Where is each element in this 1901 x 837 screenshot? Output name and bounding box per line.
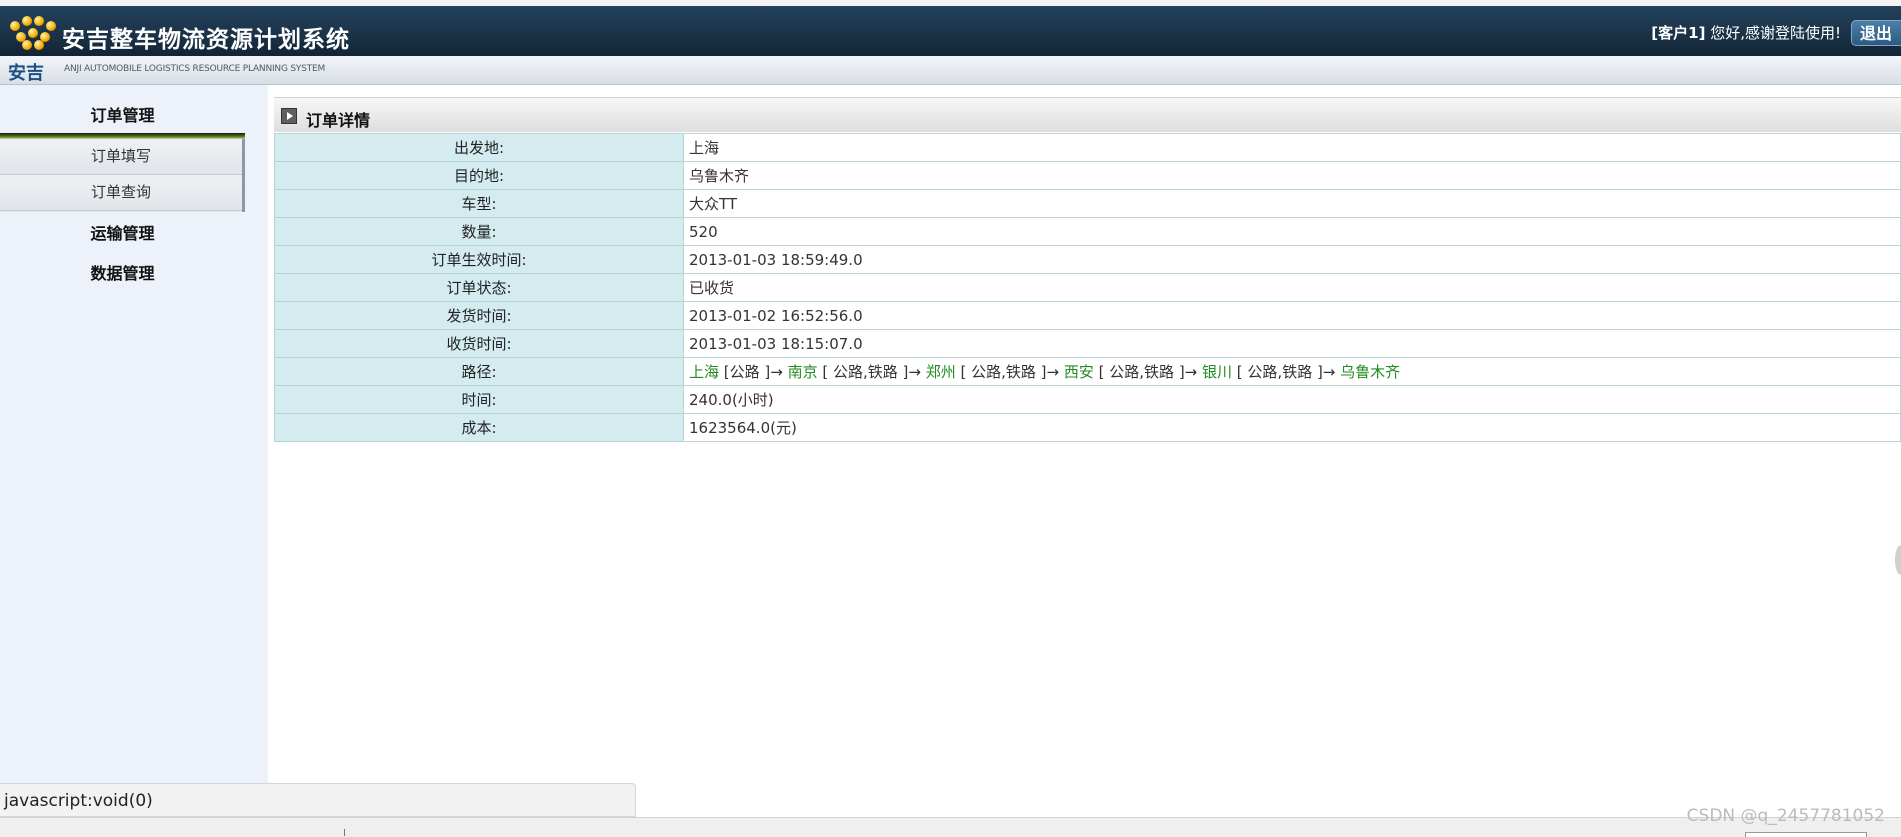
label-cost: 成本: — [274, 413, 684, 442]
brand-subbar: 安吉 ANJI AUTOMOBILE LOGISTICS RESOURCE PL… — [0, 56, 1901, 85]
sidebar: 订单管理 订单填写 订单查询 运输管理 数据管理 — [0, 85, 268, 785]
table-row: 订单状态: 已收货 — [274, 273, 1901, 302]
label-route: 路径: — [274, 357, 684, 386]
value-quantity: 520 — [683, 217, 1901, 246]
order-detail-table: 出发地: 上海 目的地: 乌鲁木齐 车型: 大众TT 数量: 520 订单生效时… — [274, 133, 1901, 442]
route-city: 银川 — [1202, 363, 1233, 381]
bottom-control — [1745, 832, 1867, 837]
value-cost: 1623564.0(元) — [683, 413, 1901, 442]
app-header: 安吉整车物流资源计划系统 [客户1] 您好,感谢登陆使用! 退出 — [0, 6, 1901, 56]
label-vehicle-model: 车型: — [274, 189, 684, 218]
route-mode: [ 公路,铁路 ]→ — [1093, 363, 1203, 381]
route-mode: [ 公路,铁路 ]→ — [817, 363, 926, 381]
route-city: 上海 — [689, 363, 720, 381]
route-city: 南京 — [787, 363, 818, 381]
table-row: 路径: 上海 [公路 ]→ 南京 [ 公路,铁路 ]→ 郑州 [ 公路,铁路 ]… — [274, 357, 1901, 386]
label-quantity: 数量: — [274, 217, 684, 246]
brand-logo-text: 安吉 — [8, 63, 44, 84]
route-city: 郑州 — [925, 363, 956, 381]
panel-header: 订单详情 — [274, 97, 1901, 132]
route-mode: [ 公路,铁路 ]→ — [1232, 363, 1341, 381]
value-route: 上海 [公路 ]→ 南京 [ 公路,铁路 ]→ 郑州 [ 公路,铁路 ]→ 西安… — [683, 357, 1901, 386]
label-ship-time: 发货时间: — [274, 301, 684, 330]
bottom-strip — [0, 817, 1901, 837]
logo-icon — [10, 16, 56, 50]
scroll-handle[interactable] — [1895, 545, 1901, 575]
table-row: 发货时间: 2013-01-02 16:52:56.0 — [274, 301, 1901, 330]
sidebar-item-order-fill[interactable]: 订单填写 — [0, 139, 242, 175]
value-effective-time: 2013-01-03 18:59:49.0 — [683, 245, 1901, 274]
value-duration: 240.0(小时) — [683, 385, 1901, 414]
play-arrow-icon — [281, 108, 297, 124]
table-row: 数量: 520 — [274, 217, 1901, 246]
user-greeting: [客户1] 您好,感谢登陆使用! — [1651, 22, 1841, 43]
table-row: 成本: 1623564.0(元) — [274, 413, 1901, 442]
table-row: 订单生效时间: 2013-01-03 18:59:49.0 — [274, 245, 1901, 274]
table-row: 车型: 大众TT — [274, 189, 1901, 218]
brand-tagline: ANJI AUTOMOBILE LOGISTICS RESOURCE PLANN… — [64, 64, 326, 74]
label-receive-time: 收货时间: — [274, 329, 684, 358]
route-mode: [ 公路,铁路 ]→ — [955, 363, 1064, 381]
order-submenu: 订单填写 订单查询 — [0, 139, 245, 212]
logout-button[interactable]: 退出 — [1851, 20, 1901, 46]
bottom-divider — [344, 829, 345, 836]
route-mode: [公路 ]→ — [719, 363, 788, 381]
watermark: CSDN @q_2457781052 — [1686, 806, 1885, 826]
route-city: 西安 — [1063, 363, 1094, 381]
table-row: 时间: 240.0(小时) — [274, 385, 1901, 414]
panel-title: 订单详情 — [306, 111, 371, 130]
table-row: 收货时间: 2013-01-03 18:15:07.0 — [274, 329, 1901, 358]
app-title: 安吉整车物流资源计划系统 — [62, 27, 350, 53]
value-vehicle-model: 大众TT — [683, 189, 1901, 218]
menu-group-transport-management[interactable]: 运输管理 — [0, 220, 245, 244]
label-order-status: 订单状态: — [274, 273, 684, 302]
table-row: 出发地: 上海 — [274, 133, 1901, 162]
label-origin: 出发地: — [274, 133, 684, 162]
menu-group-order-management[interactable]: 订单管理 — [0, 102, 245, 126]
value-ship-time: 2013-01-02 16:52:56.0 — [683, 301, 1901, 330]
browser-status-bar: javascript:void(0) — [0, 783, 636, 817]
value-order-status: 已收货 — [683, 273, 1901, 302]
value-origin: 上海 — [683, 133, 1901, 162]
greeting-text: 您好,感谢登陆使用! — [1705, 24, 1841, 42]
user-name: [客户1] — [1651, 24, 1706, 42]
value-destination: 乌鲁木齐 — [683, 161, 1901, 190]
sidebar-item-order-query[interactable]: 订单查询 — [0, 175, 242, 211]
label-duration: 时间: — [274, 385, 684, 414]
label-effective-time: 订单生效时间: — [274, 245, 684, 274]
route-city: 乌鲁木齐 — [1340, 363, 1401, 381]
label-destination: 目的地: — [274, 161, 684, 190]
menu-group-data-management[interactable]: 数据管理 — [0, 260, 245, 284]
value-receive-time: 2013-01-03 18:15:07.0 — [683, 329, 1901, 358]
table-row: 目的地: 乌鲁木齐 — [274, 161, 1901, 190]
